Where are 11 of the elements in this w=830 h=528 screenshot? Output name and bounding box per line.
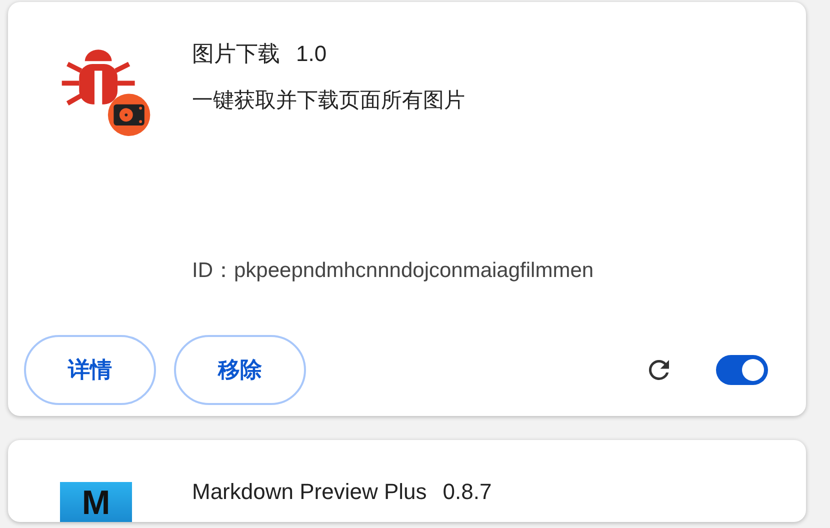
extension-name: Markdown Preview Plus [192, 478, 427, 506]
extension-description: 一键获取并下载页面所有图片 [192, 88, 466, 114]
extension-version: 1.0 [296, 40, 327, 68]
extension-logo: M [60, 482, 132, 522]
action-button[interactable]: 移除 [174, 335, 306, 405]
extension-id: pkpeepndmhcnnndojconmaiagfilmmen [234, 259, 594, 282]
id-label: ID： [192, 259, 234, 282]
enable-toggle[interactable] [716, 355, 768, 385]
extension-version: 0.8.7 [442, 478, 492, 506]
extension-name: 图片下载 [192, 40, 280, 68]
action-button[interactable]: 详情 [24, 335, 156, 405]
